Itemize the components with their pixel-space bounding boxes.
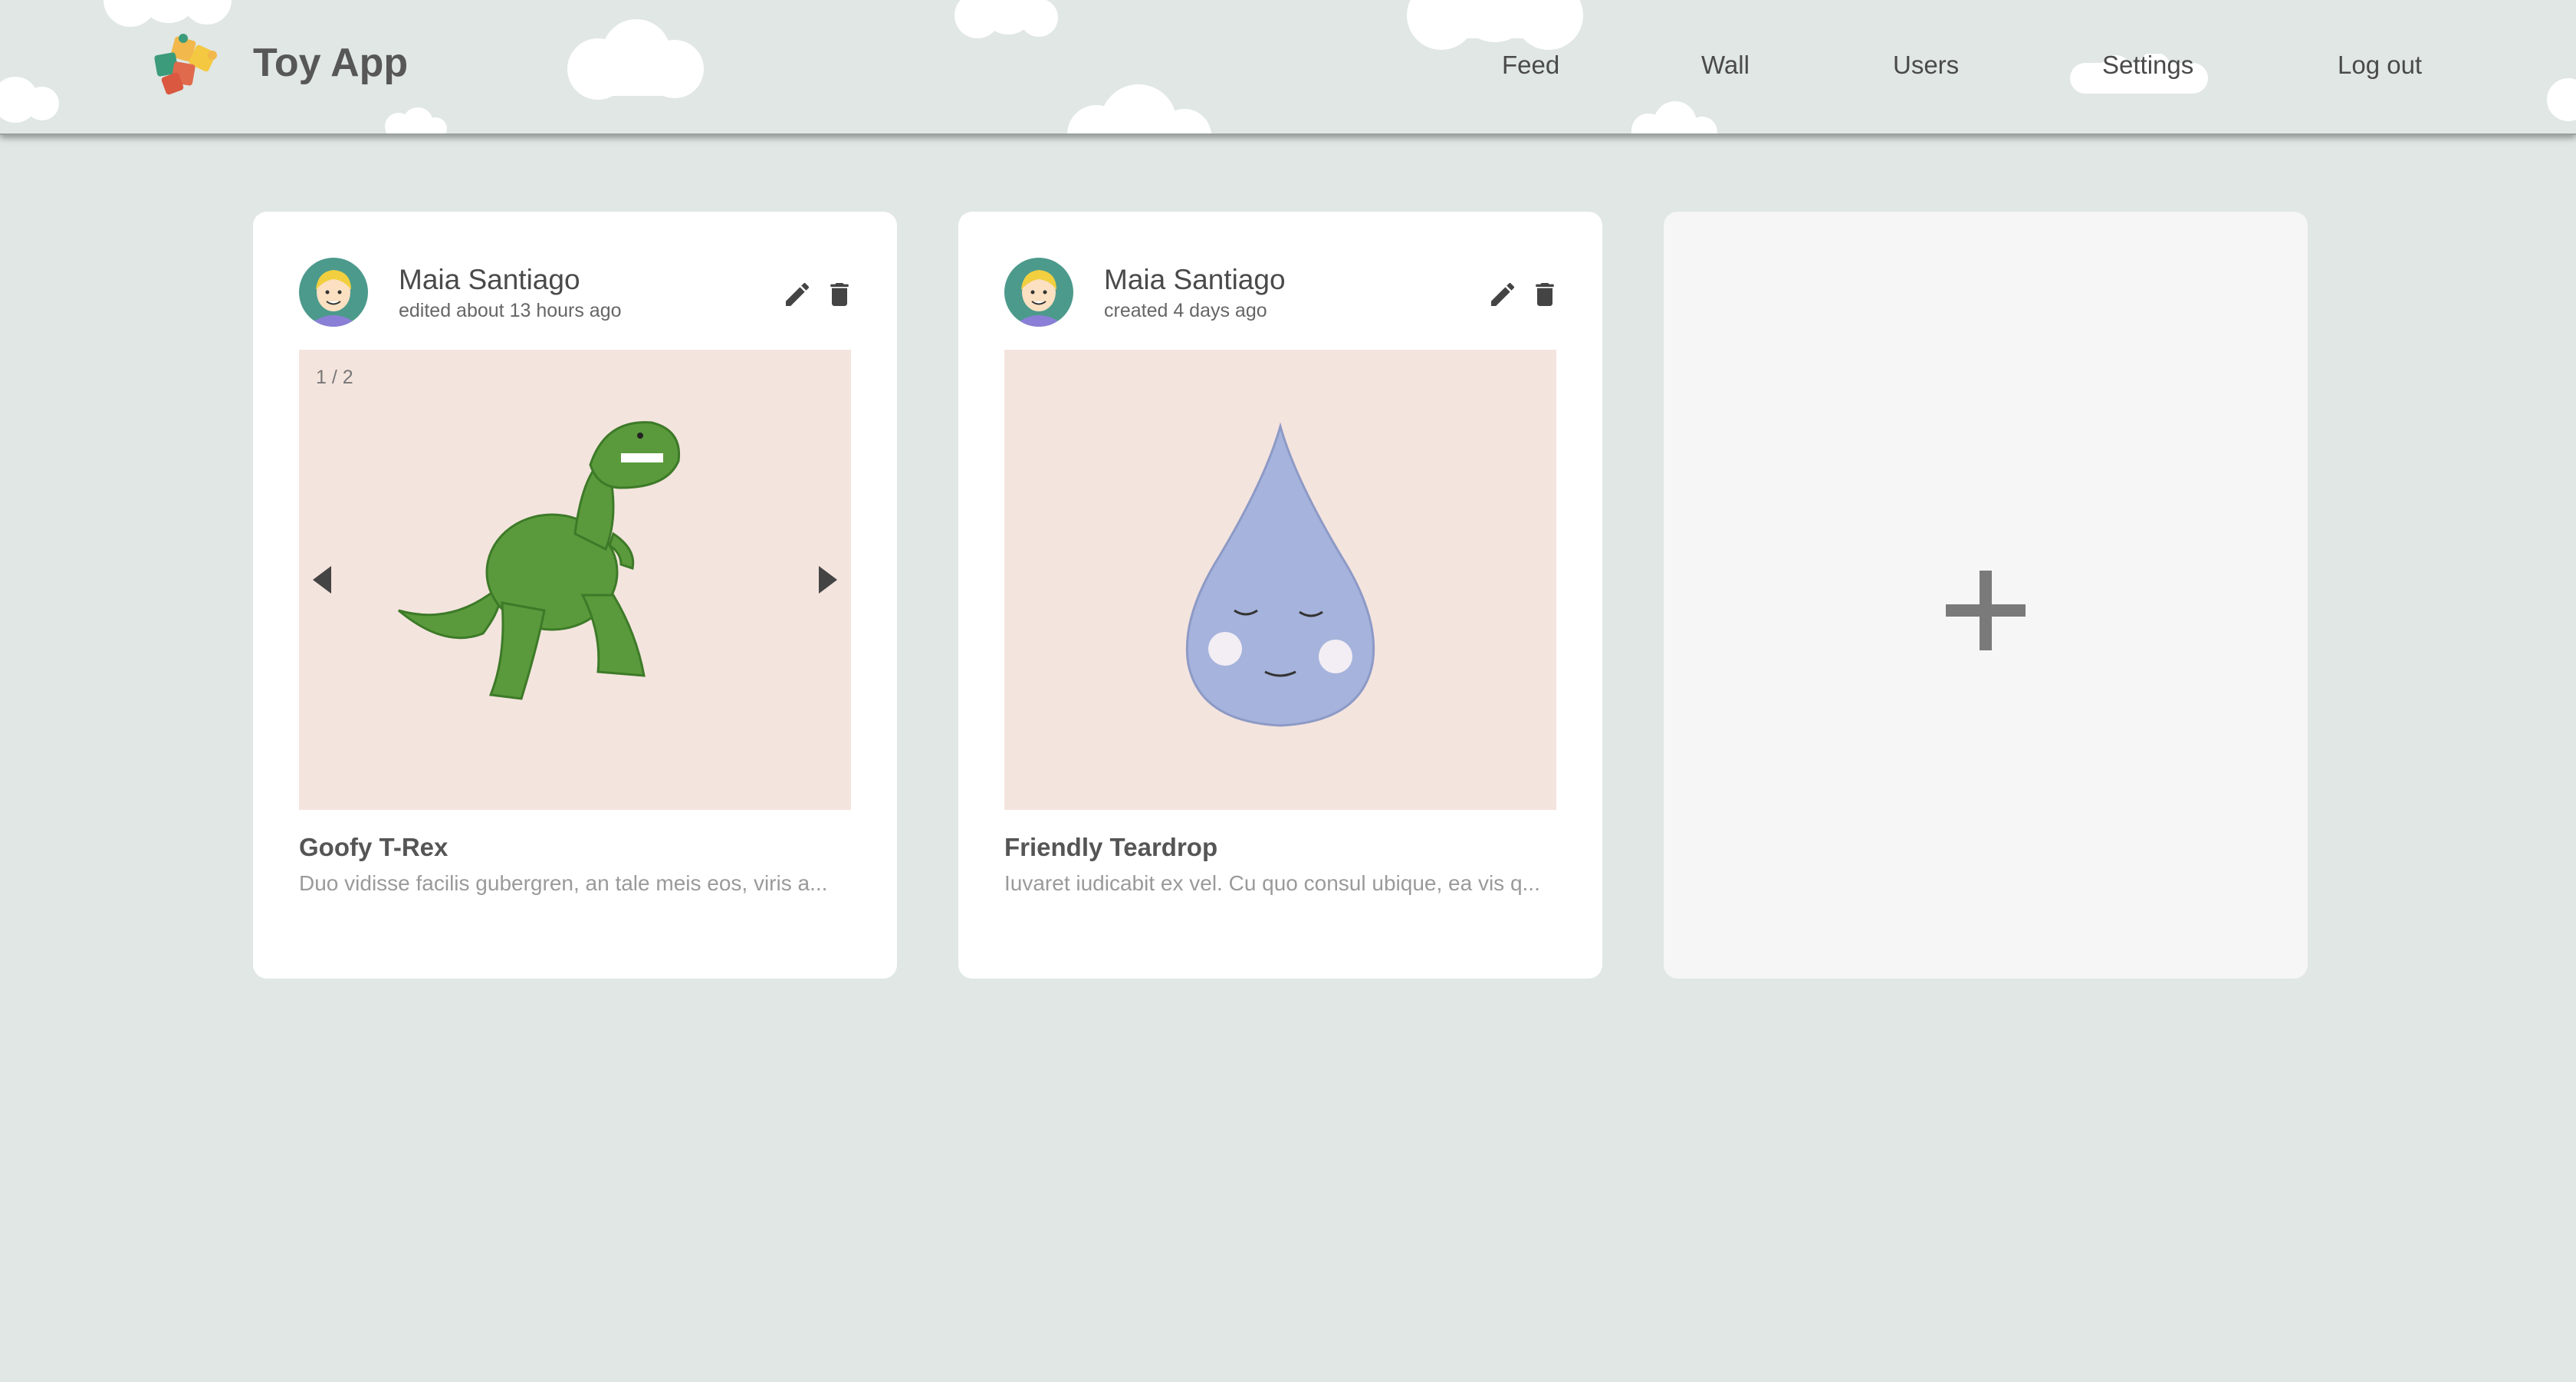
cloud-decoration — [385, 107, 447, 133]
cloud-decoration — [1407, 0, 1583, 50]
add-post-card[interactable] — [1664, 212, 2308, 979]
post-card: Maia Santiago created 4 days ago Friendl… — [958, 212, 1602, 979]
author-name[interactable]: Maia Santiago — [1104, 264, 1286, 296]
post-timestamp: created 4 days ago — [1104, 300, 1267, 321]
post-timestamp: edited about 13 hours ago — [399, 300, 622, 321]
nav-feed[interactable]: Feed — [1502, 51, 1559, 80]
nav-wall[interactable]: Wall — [1701, 51, 1750, 80]
cloud-decoration — [2547, 78, 2576, 121]
cloud-decoration — [1631, 101, 1717, 133]
carousel-counter: 1 / 2 — [316, 367, 353, 388]
post-image[interactable] — [1004, 350, 1556, 810]
app-title[interactable]: Toy App — [253, 40, 408, 86]
post-description: Iuvaret iudicabit ex vel. Cu quo consul … — [1004, 871, 1540, 895]
post-title[interactable]: Goofy T-Rex — [299, 833, 448, 862]
post-description: Duo vidisse facilis gubergren, an tale m… — [299, 871, 828, 895]
author-name[interactable]: Maia Santiago — [399, 264, 580, 296]
carousel-next-arrow-icon[interactable] — [814, 566, 837, 594]
teardrop-plush-image — [1185, 422, 1375, 727]
nav-users[interactable]: Users — [1893, 51, 1959, 80]
cloud-decoration — [955, 0, 1058, 38]
cloud-decoration — [0, 77, 59, 123]
trex-toy-image — [398, 421, 681, 700]
post-card: Maia Santiago edited about 13 hours ago … — [253, 212, 897, 979]
avatar[interactable] — [299, 258, 368, 327]
avatar[interactable] — [1004, 258, 1073, 327]
puzzle-logo-icon — [154, 34, 217, 95]
nav-log-out[interactable]: Log out — [2338, 51, 2422, 80]
nav-settings[interactable]: Settings — [2102, 51, 2193, 80]
delete-trash-icon[interactable] — [824, 279, 855, 310]
image-carousel[interactable]: 1 / 2 — [299, 350, 851, 810]
cloud-decoration — [104, 0, 232, 27]
plus-icon[interactable] — [1946, 571, 2026, 650]
carousel-prev-arrow-icon[interactable] — [313, 566, 336, 594]
delete-trash-icon[interactable] — [1530, 279, 1560, 310]
cloud-decoration — [567, 19, 704, 100]
top-header: Toy App Feed Wall Users Settings Log out — [0, 0, 2576, 135]
edit-pencil-icon[interactable] — [782, 279, 813, 310]
edit-pencil-icon[interactable] — [1487, 279, 1518, 310]
post-title[interactable]: Friendly Teardrop — [1004, 833, 1217, 862]
cloud-decoration — [1067, 84, 1211, 133]
